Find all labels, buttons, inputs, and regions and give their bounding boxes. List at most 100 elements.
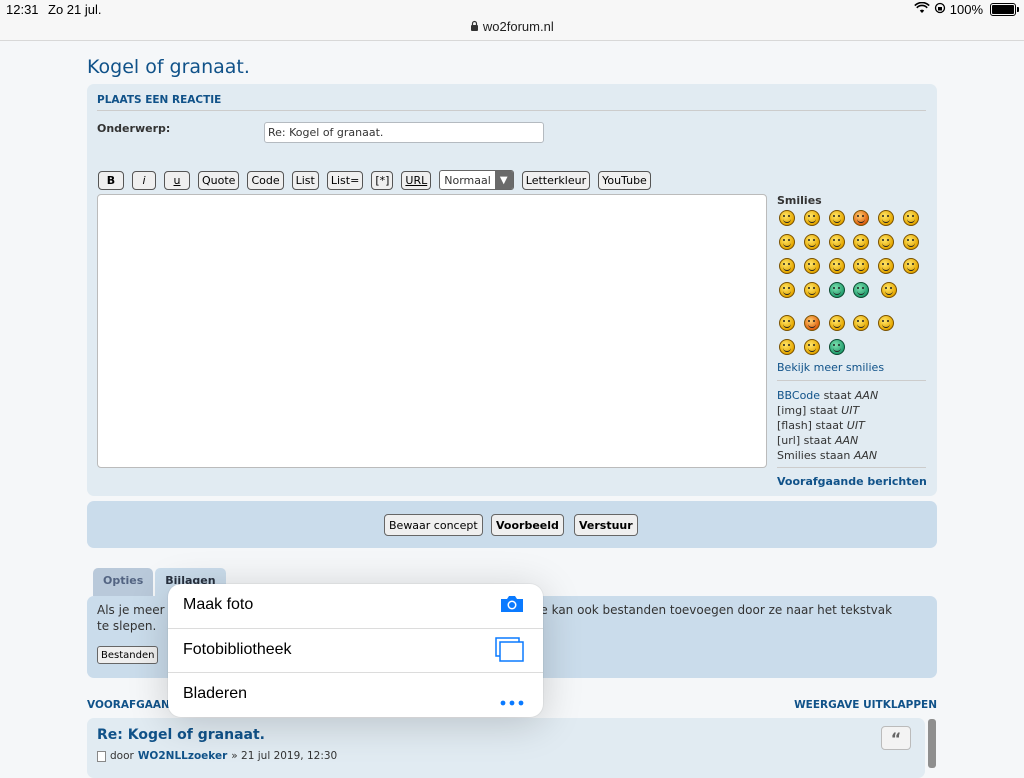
smiley-icon[interactable] xyxy=(878,210,894,226)
rotation-lock-icon xyxy=(934,2,946,17)
divider xyxy=(777,467,926,468)
address-url: wo2forum.nl xyxy=(482,19,554,34)
take-photo-option[interactable]: Maak foto xyxy=(168,584,543,628)
previous-messages-link[interactable]: Voorafgaande berichten xyxy=(777,475,927,488)
file-source-popover: Maak foto Fotobibliotheek Bladeren xyxy=(168,584,543,717)
status-bar: 12:31 Zo 21 jul. wo2forum.nl 100% xyxy=(0,0,1024,41)
smiley-icon[interactable] xyxy=(903,234,919,250)
smiley-icon[interactable] xyxy=(903,258,919,274)
smiley-icon[interactable] xyxy=(829,210,845,226)
photo-library-icon xyxy=(495,637,525,667)
previous-posts-header: VOORAFGAANI xyxy=(87,699,174,711)
smiley-icon[interactable] xyxy=(779,234,795,250)
smiley-icon[interactable] xyxy=(853,210,869,226)
smiley-icon[interactable] xyxy=(829,282,845,298)
post-title[interactable]: Re: Kogel of granaat. xyxy=(97,727,265,743)
smiley-icon[interactable] xyxy=(881,282,897,298)
bold-button[interactable]: B xyxy=(98,170,124,190)
subject-input[interactable] xyxy=(264,122,544,143)
url-button[interactable]: URL xyxy=(401,170,432,190)
subject-label: Onderwerp: xyxy=(97,122,171,135)
battery-percentage: 100% xyxy=(949,2,983,17)
browse-option[interactable]: Bladeren xyxy=(168,673,543,717)
bbcode-status-line: BBCode staat AAN xyxy=(777,388,878,403)
post-date: » 21 jul 2019, 12:30 xyxy=(231,750,338,762)
url-status-text: [url] staat xyxy=(777,434,832,447)
smiley-icon[interactable] xyxy=(853,315,869,331)
photo-library-option[interactable]: Fotobibliotheek xyxy=(168,629,543,673)
ordered-list-button[interactable]: List= xyxy=(326,170,364,190)
smiley-icon[interactable] xyxy=(779,258,795,274)
smiley-icon[interactable] xyxy=(853,282,869,298)
bbcode-toolbar: B i u Quote Code List List= [*] URL Norm… xyxy=(98,170,659,190)
smiley-icon[interactable] xyxy=(804,339,820,355)
smilies-status-line: Smilies staan AAN xyxy=(777,448,878,463)
font-color-button[interactable]: Letterkleur xyxy=(521,170,591,190)
smiley-icon[interactable] xyxy=(878,315,894,331)
quote-button[interactable]: Quote xyxy=(198,170,240,190)
bbcode-link[interactable]: BBCode xyxy=(777,389,820,402)
smiley-icon[interactable] xyxy=(779,339,795,355)
smiley-icon[interactable] xyxy=(779,210,795,226)
preview-button[interactable]: Voorbeeld xyxy=(491,514,564,536)
browse-label: Bladeren xyxy=(183,685,248,702)
battery-fill xyxy=(992,5,1014,14)
font-size-select[interactable]: Normaal ▼ xyxy=(439,170,514,190)
font-size-value: Normaal xyxy=(444,173,491,187)
lock-icon xyxy=(470,19,483,34)
quote-post-button[interactable]: “ xyxy=(881,726,911,750)
smiley-icon[interactable] xyxy=(853,258,869,274)
take-photo-label: Maak foto xyxy=(183,596,254,613)
bbcode-status-value: AAN xyxy=(854,389,879,402)
underline-button[interactable]: u xyxy=(164,170,190,190)
message-textarea[interactable] xyxy=(97,194,767,468)
smiley-icon[interactable] xyxy=(829,315,845,331)
save-draft-button[interactable]: Bewaar concept xyxy=(384,514,483,536)
reply-panel: PLAATS EEN REACTIE Onderwerp: B i u Quot… xyxy=(87,84,937,496)
smiley-icon[interactable] xyxy=(853,234,869,250)
img-status-line: [img] staat UIT xyxy=(777,403,878,418)
url-status-line: [url] staat AAN xyxy=(777,433,878,448)
smiley-icon[interactable] xyxy=(779,315,795,331)
add-files-button[interactable]: Bestanden xyxy=(97,646,159,664)
wifi-icon xyxy=(913,1,930,17)
list-button[interactable]: List xyxy=(291,170,319,190)
smiley-icon[interactable] xyxy=(903,210,919,226)
address-bar[interactable]: wo2forum.nl xyxy=(0,19,1024,34)
smiley-icon[interactable] xyxy=(829,258,845,274)
post-icon xyxy=(97,750,106,762)
post-by: door xyxy=(110,750,134,762)
smiley-icon[interactable] xyxy=(829,339,845,355)
italic-button[interactable]: i xyxy=(132,170,156,190)
smiley-icon[interactable] xyxy=(804,258,820,274)
smiley-icon[interactable] xyxy=(878,258,894,274)
post-author[interactable]: WO2NLLzoeker xyxy=(138,750,227,762)
youtube-button[interactable]: YouTube xyxy=(598,170,651,190)
list-item-button[interactable]: [*] xyxy=(371,170,394,190)
smiley-icon[interactable] xyxy=(804,210,820,226)
page-title[interactable]: Kogel of granaat. xyxy=(87,56,250,78)
flash-status-text: [flash] staat xyxy=(777,419,844,432)
more-smilies-link[interactable]: Bekijk meer smilies xyxy=(777,361,884,374)
bbcode-status-text: staat xyxy=(823,389,852,402)
divider xyxy=(777,380,926,381)
attachments-help-line2: te slepen. xyxy=(97,619,157,633)
smiley-icon[interactable] xyxy=(779,282,795,298)
expand-view-link[interactable]: WEERGAVE UITKLAPPEN xyxy=(794,699,937,711)
attachments-help-end: r in. Je kan ook bestanden toevoegen doo… xyxy=(509,603,893,617)
smiley-icon[interactable] xyxy=(878,234,894,250)
smiley-icon[interactable] xyxy=(804,315,820,331)
camera-icon xyxy=(499,594,525,618)
tab-options[interactable]: Opties xyxy=(93,568,154,596)
smiley-icon[interactable] xyxy=(804,234,820,250)
submit-button[interactable]: Verstuur xyxy=(574,514,638,536)
post-meta: door WO2NLLzoeker » 21 jul 2019, 12:30 xyxy=(97,750,337,762)
scrollbar[interactable] xyxy=(928,719,936,768)
flash-status-line: [flash] staat UIT xyxy=(777,418,878,433)
img-status-text: [img] staat xyxy=(777,404,838,417)
code-button[interactable]: Code xyxy=(247,170,284,190)
smiley-icon[interactable] xyxy=(829,234,845,250)
smiley-icon[interactable] xyxy=(804,282,820,298)
photo-library-label: Fotobibliotheek xyxy=(183,641,292,658)
previous-post: Re: Kogel of granaat. door WO2NLLzoeker … xyxy=(87,718,925,778)
